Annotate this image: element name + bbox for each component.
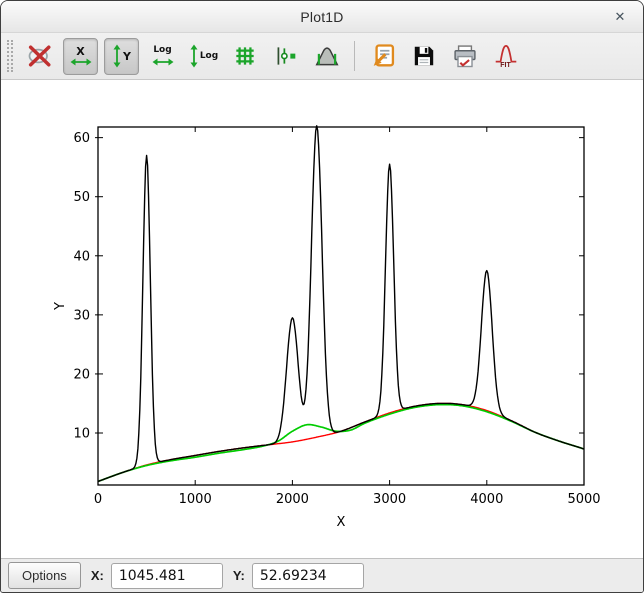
save-button[interactable]	[406, 38, 441, 75]
x-axis-label: X	[337, 515, 346, 530]
y-axis-label: Y	[53, 302, 68, 311]
horizontal-arrow-icon	[70, 57, 92, 67]
toolbar-separator	[354, 41, 355, 71]
horizontal-arrow-icon	[152, 55, 174, 67]
grid-button[interactable]	[227, 38, 262, 75]
vertical-arrow-icon	[112, 44, 122, 68]
x-log-label: Log	[153, 46, 171, 55]
fit-label: FIT	[500, 62, 511, 69]
zoom-reset-icon	[26, 42, 54, 70]
y-log-button[interactable]: Log	[186, 38, 221, 75]
x-autoscale-button[interactable]: X	[63, 38, 98, 75]
x-coordinate-field[interactable]	[111, 563, 223, 589]
peak-fill-icon	[314, 43, 340, 69]
fit-button[interactable]: FIT	[488, 38, 523, 75]
close-icon: ✕	[615, 9, 626, 25]
x-tick-label: 0	[94, 492, 102, 507]
y-tick-label: 40	[73, 249, 90, 264]
floppy-save-icon	[411, 43, 437, 69]
x-coordinate-label: X:	[91, 568, 104, 583]
x-tick-label: 1000	[179, 492, 212, 507]
series-background-curve	[98, 403, 584, 481]
clipboard-copy-icon	[369, 42, 397, 70]
grid-icon	[232, 43, 258, 69]
toolbar-grip-handle[interactable]	[7, 40, 13, 72]
plot-canvas[interactable]: 0 1000 2000 3000 4000 5000 10 20 30 40 50 60 X Y	[1, 80, 644, 559]
y-log-label: Log	[200, 52, 218, 61]
y-tick-label: 50	[73, 190, 90, 205]
y-coordinate-label: Y:	[233, 568, 245, 583]
toggle-points-button[interactable]	[268, 38, 303, 75]
y-tick-label: 20	[73, 367, 90, 382]
y-tick-label: 60	[73, 131, 90, 146]
points-slider-icon	[273, 43, 299, 69]
series-fit-background-curve	[98, 405, 584, 482]
x-tick-label: 2000	[276, 492, 309, 507]
toggle-fill-button[interactable]	[309, 38, 344, 75]
vertical-arrow-icon	[189, 44, 199, 68]
x-tick-label: 3000	[373, 492, 406, 507]
y-tick-label: 10	[73, 427, 90, 442]
plot1d-window: Plot1D ✕ X Y	[0, 0, 644, 593]
status-bar: Options X: Y:	[1, 558, 643, 592]
printer-icon	[451, 42, 479, 70]
figure-area: 0 1000 2000 3000 4000 5000 10 20 30 40 50 60 X Y	[1, 80, 643, 558]
x-log-button[interactable]: Log	[145, 38, 180, 75]
copy-button[interactable]	[365, 38, 400, 75]
x-tick-label: 4000	[470, 492, 503, 507]
unzoom-button[interactable]	[22, 38, 57, 75]
title-bar[interactable]: Plot1D ✕	[1, 1, 643, 33]
window-title: Plot1D	[300, 9, 343, 25]
y-autoscale-label: Y	[123, 51, 131, 62]
y-coordinate-field[interactable]	[252, 563, 364, 589]
options-button[interactable]: Options	[8, 562, 81, 589]
x-tick-label: 5000	[567, 492, 600, 507]
close-button[interactable]: ✕	[609, 1, 631, 33]
print-button[interactable]	[447, 38, 482, 75]
y-tick-label: 30	[73, 308, 90, 323]
x-autoscale-label: X	[76, 46, 84, 57]
y-autoscale-button[interactable]: Y	[104, 38, 139, 75]
series-data-curve	[98, 126, 584, 482]
toolbar: X Y Log	[1, 33, 643, 80]
